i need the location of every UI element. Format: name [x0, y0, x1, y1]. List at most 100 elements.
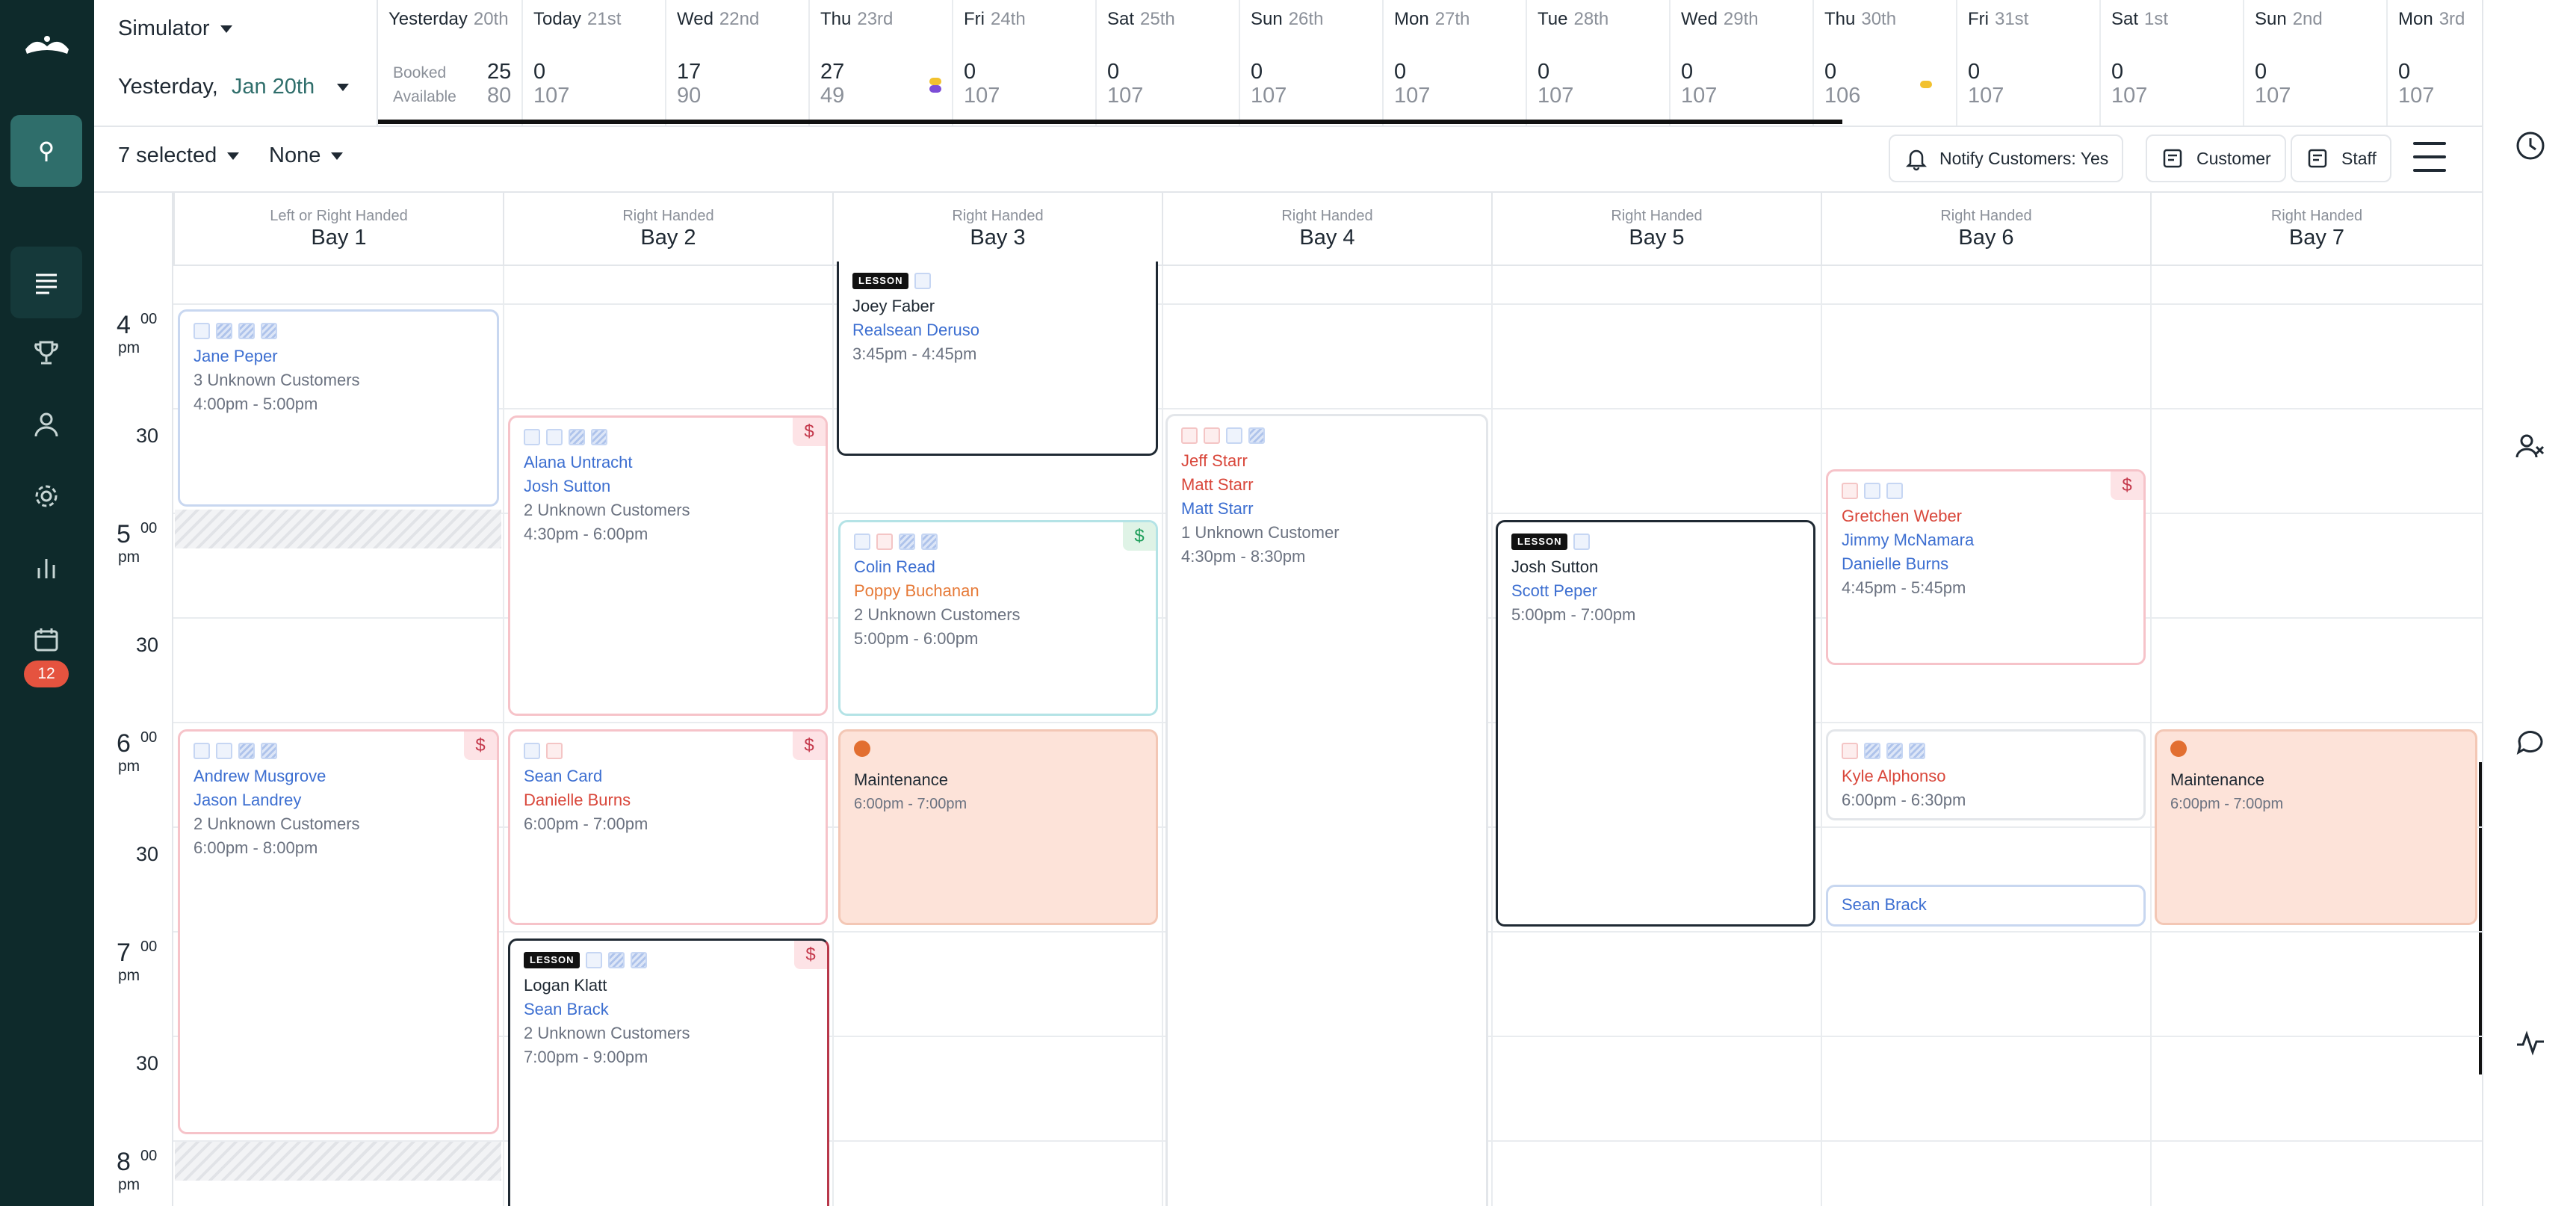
customer-booking-icon	[2163, 149, 2182, 168]
maintenance-icon	[2170, 740, 2187, 757]
booking-guests: 2 Unknown Customers	[524, 501, 690, 519]
booking-card[interactable]: Jeff Starr Matt Starr Matt Starr 1 Unkno…	[1165, 414, 1488, 1206]
user-button[interactable]	[10, 389, 82, 460]
bay-header-1[interactable]: Left or Right Handed Bay 1	[173, 193, 503, 266]
remove-user-icon[interactable]	[2515, 430, 2546, 462]
day-cell[interactable]: Thu 23rd 27 49	[808, 0, 952, 126]
day-cell[interactable]: Fri 24th 0 107	[952, 0, 1095, 126]
filter-value: None	[269, 143, 321, 167]
schedule-list-button[interactable]	[10, 247, 82, 318]
day-cell[interactable]: Sat 1st 0 107	[2099, 0, 2243, 126]
day-strip-scrollbar[interactable]	[378, 120, 1842, 124]
reports-button[interactable]	[10, 532, 82, 604]
customer-label: Customer	[2196, 148, 2271, 168]
booking-card[interactable]: $ Alana Untracht Josh Sutton 2 Unknown C…	[508, 415, 828, 716]
day-cell[interactable]: Sun 26th 0 107	[1239, 0, 1382, 126]
maintenance-icon	[854, 740, 870, 757]
minutes: 00	[140, 1148, 158, 1164]
day-cell[interactable]: Wed 22nd 17 90	[665, 0, 808, 126]
participant-icon	[1864, 483, 1880, 499]
booking-card[interactable]: LESSON Joey Faber Realsean Deruso 3:45pm…	[837, 262, 1158, 456]
bay-hand: Right Handed	[952, 208, 1044, 224]
day-name: Mon	[2398, 9, 2433, 29]
trophy-button[interactable]	[10, 317, 82, 389]
day-cell[interactable]: Wed 29th 0 107	[1669, 0, 1812, 126]
booked-count: 0	[964, 60, 976, 84]
column-divider	[1821, 266, 1822, 1206]
selected-bays-dropdown[interactable]: 7 selected	[118, 143, 240, 168]
booking-customer: Sean Brack	[1842, 895, 1927, 914]
notify-customers-toggle[interactable]: Notify Customers: Yes	[1889, 134, 2124, 182]
day-date: 20th	[473, 9, 509, 29]
booking-card[interactable]: $ Andrew Musgrove Jason Landrey 2 Unknow…	[178, 729, 499, 1134]
day-cell[interactable]: Tue 28th 0 107	[1526, 0, 1669, 126]
bay-header-4[interactable]: Right Handed Bay 4	[1162, 193, 1491, 266]
day-name: Fri	[964, 9, 985, 29]
booked-count: 27	[820, 60, 845, 84]
booking-guests: 3 Unknown Customers	[193, 371, 360, 389]
day-cell[interactable]: Sun 2nd 0 107	[2243, 0, 2386, 126]
day-cell[interactable]: Sat 25th 0 107	[1095, 0, 1239, 126]
column-divider	[1491, 266, 1493, 1206]
day-cell[interactable]: Thu 30th 0 106	[1812, 0, 1956, 126]
hamburger-menu-icon[interactable]	[2413, 142, 2446, 172]
settings-button[interactable]	[10, 460, 82, 532]
maintenance-block[interactable]: Maintenance 6:00pm - 7:00pm	[2155, 729, 2477, 925]
booking-card[interactable]: LESSON Josh Sutton Scott Peper 5:00pm - …	[1496, 520, 1815, 927]
participant-icon	[216, 323, 232, 339]
clock-icon[interactable]	[2515, 130, 2546, 161]
bay-name: Bay 7	[2288, 226, 2345, 250]
booking-customer: Jane Peper	[193, 347, 278, 365]
bay-header-7[interactable]: Right Handed Bay 7	[2150, 193, 2482, 266]
available-count: 107	[2398, 84, 2435, 108]
booking-card[interactable]: Sean Brack	[1826, 885, 2146, 927]
booking-card[interactable]: $ Sean Card Danielle Burns 6:00pm - 7:00…	[508, 729, 828, 925]
maintenance-label: Maintenance	[854, 770, 948, 789]
booking-customer: Jimmy McNamara	[1842, 531, 1975, 549]
bay-hand: Right Handed	[1281, 208, 1373, 224]
maintenance-block[interactable]: Maintenance 6:00pm - 7:00pm	[838, 729, 1158, 925]
crown-logo-icon[interactable]	[22, 30, 72, 60]
day-cell[interactable]: Today 21st 0 107	[521, 0, 665, 126]
bay-header-6[interactable]: Right Handed Bay 6	[1821, 193, 2150, 266]
bay-header-5[interactable]: Right Handed Bay 5	[1491, 193, 1821, 266]
booking-card[interactable]: $ LESSON Logan Klatt Sean Brack 2 Unknow…	[508, 938, 829, 1206]
participant-icon	[524, 743, 540, 759]
day-name: Wed	[1681, 9, 1718, 29]
bay-header-2[interactable]: Right Handed Bay 2	[503, 193, 832, 266]
time-label-half: 30	[136, 843, 159, 865]
bay-name: Bay 2	[640, 226, 696, 250]
booking-card[interactable]: Kyle Alphonso 6:00pm - 6:30pm	[1826, 729, 2146, 820]
activity-icon[interactable]	[2515, 1027, 2546, 1058]
filter-dropdown[interactable]: None	[269, 143, 344, 168]
date-dropdown[interactable]: Yesterday, Jan 20th	[118, 75, 350, 99]
participant-icon	[1864, 743, 1880, 759]
add-staff-button[interactable]: Staff	[2291, 134, 2391, 182]
location-pin-button[interactable]	[10, 115, 82, 187]
ampm: pm	[118, 339, 140, 356]
day-date: 3rd	[2439, 9, 2465, 29]
participant-icon	[546, 743, 563, 759]
booking-customer: Josh Sutton	[524, 477, 611, 495]
participant-icon	[1842, 483, 1858, 499]
booking-guests: 2 Unknown Customers	[524, 1024, 690, 1042]
simulator-dropdown[interactable]: Simulator	[118, 16, 232, 41]
day-name: Yesterday	[388, 9, 468, 29]
available-label: Available	[393, 88, 456, 105]
day-name: Sun	[2255, 9, 2287, 29]
day-cell[interactable]: Fri 31st 0 107	[1956, 0, 2099, 126]
event-dot-yellow	[929, 78, 941, 85]
schedule-grid: Left or Right Handed Bay 1 Right Handed Ba…	[94, 193, 2482, 1206]
bay-header-3[interactable]: Right Handed Bay 3	[832, 193, 1162, 266]
day-name: Thu	[1824, 9, 1856, 29]
booking-card[interactable]: $ Colin Read Poppy Buchanan 2 Unknown Cu…	[838, 520, 1158, 716]
chat-icon[interactable]	[2515, 726, 2546, 758]
booking-card[interactable]: $ Gretchen Weber Jimmy McNamara Danielle…	[1826, 469, 2146, 665]
booking-card[interactable]: Jane Peper 3 Unknown Customers 4:00pm - …	[178, 309, 499, 507]
booked-count: 25	[487, 60, 512, 84]
day-cell[interactable]: Mon 3rd 0 107	[2386, 0, 2482, 126]
day-cell[interactable]: Mon 27th 0 107	[1382, 0, 1526, 126]
participant-icon	[546, 429, 563, 445]
add-customer-button[interactable]: Customer	[2146, 134, 2286, 182]
day-cell[interactable]: Yesterday 20th Booked Available 25 80	[378, 0, 521, 126]
